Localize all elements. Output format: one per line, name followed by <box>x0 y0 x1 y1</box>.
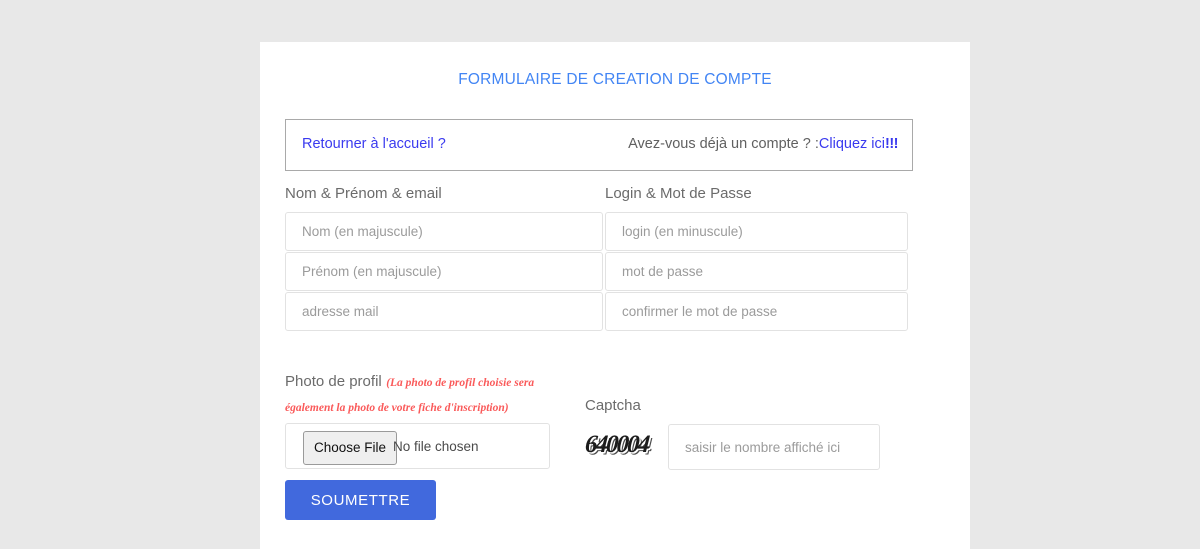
captcha-label: Captcha <box>585 397 641 414</box>
navigation-box: Retourner à l'accueil ? Avez-vous déjà u… <box>285 119 913 171</box>
registration-card: FORMULAIRE DE CREATION DE COMPTE Retourn… <box>260 42 970 549</box>
identity-column-label: Nom & Prénom & email <box>285 185 442 202</box>
existing-account-question: Avez-vous déjà un compte ? : <box>628 136 819 152</box>
nom-input[interactable] <box>285 212 603 251</box>
credentials-column-label: Login & Mot de Passe <box>605 185 752 202</box>
login-input[interactable] <box>605 212 908 251</box>
file-status-text: No file chosen <box>393 439 479 454</box>
submit-button[interactable]: SOUMETTRE <box>285 480 436 520</box>
page-root: FORMULAIRE DE CREATION DE COMPTE Retourn… <box>0 0 1200 549</box>
captcha-input[interactable] <box>668 424 880 470</box>
return-home-link[interactable]: Retourner à l'accueil ? <box>302 136 446 152</box>
page-title: FORMULAIRE DE CREATION DE COMPTE <box>458 71 772 88</box>
captcha-row: 640004 <box>584 424 915 470</box>
prenom-input[interactable] <box>285 252 603 291</box>
login-link[interactable]: Cliquez ici <box>819 136 885 152</box>
captcha-code-image: 640004 <box>584 431 650 458</box>
captcha-section: Captcha 640004 <box>584 397 915 470</box>
email-input[interactable] <box>285 292 603 331</box>
password-input[interactable] <box>605 252 908 291</box>
identity-column: Nom & Prénom & email <box>285 185 603 332</box>
photo-label: Photo de profil <box>285 373 382 390</box>
login-link-exclamation: !!! <box>885 136 899 152</box>
credentials-column: Login & Mot de Passe <box>605 185 908 332</box>
photo-note-line-1: (La photo de profil choisie sera <box>386 377 535 389</box>
choose-file-button[interactable]: Choose File <box>303 431 398 465</box>
photo-section: Photo de profil (La photo de profil choi… <box>285 369 585 421</box>
file-upload-field[interactable]: Choose File No file chosen <box>285 423 550 469</box>
photo-note-line-2: également la photo de votre fiche d'insc… <box>285 402 509 414</box>
existing-account-prompt: Avez-vous déjà un compte ? :Cliquez ici!… <box>628 136 898 152</box>
password-confirm-input[interactable] <box>605 292 908 331</box>
